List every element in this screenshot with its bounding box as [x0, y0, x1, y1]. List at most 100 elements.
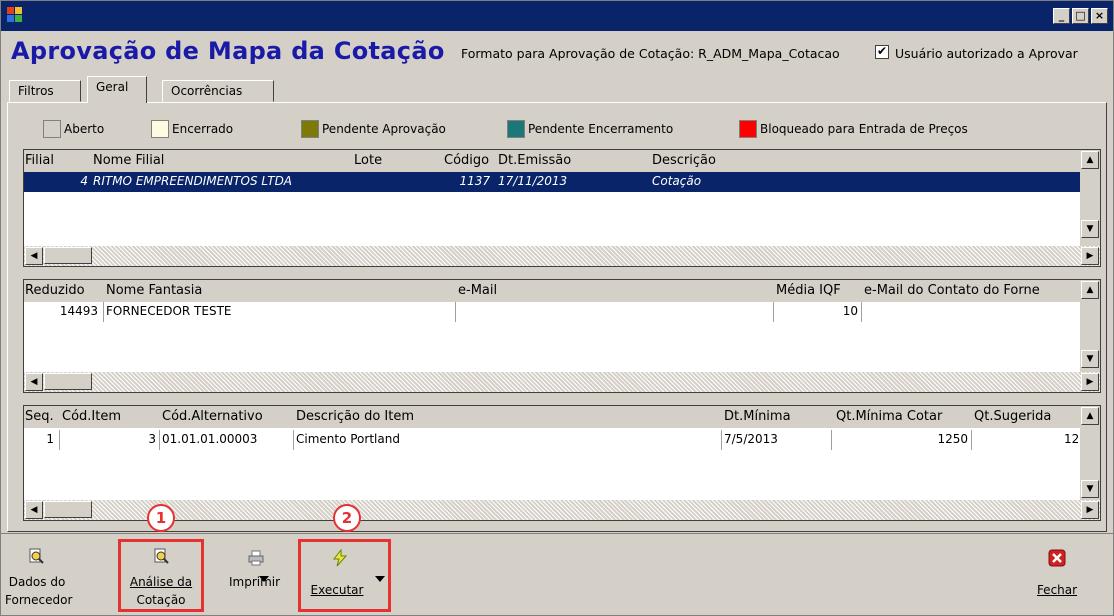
legend-item-bloqueado: Bloqueado para Entrada de Preços — [739, 119, 968, 139]
col-header[interactable]: Cód.Alternativo — [162, 409, 263, 424]
app-icon — [7, 7, 23, 23]
table-row[interactable]: 1 3 01.01.01.00003 Cimento Portland 7/5/… — [24, 430, 1080, 450]
legend-label: Aberto — [64, 122, 105, 136]
cotacoes-grid[interactable]: Filial Nome Filial Lote Código Dt.Emissã… — [23, 149, 1101, 267]
cell-descricao: Cotação — [652, 174, 702, 188]
col-header[interactable]: Filial — [25, 153, 54, 168]
cell-border — [24, 430, 60, 450]
authorized-label: Usuário autorizado a Aprovar — [895, 46, 1078, 61]
table-row[interactable]: 4 RITMO EMPREENDIMENTOS LTDA 1137 17/11/… — [24, 172, 1080, 192]
authorized-checkbox[interactable]: ✔ — [875, 45, 889, 59]
cell-dt-minima: 7/5/2013 — [724, 432, 778, 446]
horizontal-scrollbar[interactable]: ◀ ▶ — [24, 246, 1100, 266]
close-icon — [1048, 549, 1066, 567]
cell-qt-sugerida: 12 — [1064, 432, 1078, 446]
maximize-button[interactable]: □ — [1072, 8, 1089, 24]
vertical-scrollbar[interactable]: ▲ ▼ — [1080, 280, 1100, 374]
legend-label: Pendente Aprovação — [322, 122, 446, 136]
col-header[interactable]: Lote — [354, 153, 382, 168]
cell-border — [60, 430, 160, 450]
cell-nome-filial: RITMO EMPREENDIMENTOS LTDA — [93, 174, 293, 188]
grid-header: Reduzido Nome Fantasia e-Mail Média IQF … — [24, 280, 1100, 302]
scroll-up-icon[interactable]: ▲ — [1081, 281, 1099, 299]
scroll-down-icon[interactable]: ▼ — [1081, 350, 1099, 368]
scroll-right-icon[interactable]: ▶ — [1081, 501, 1099, 519]
col-header[interactable]: Média IQF — [776, 283, 841, 298]
col-header[interactable]: Descrição — [652, 153, 716, 168]
scroll-down-icon[interactable]: ▼ — [1081, 480, 1099, 498]
col-header[interactable]: e-Mail — [458, 283, 497, 298]
scroll-thumb[interactable] — [44, 501, 92, 518]
scroll-left-icon[interactable]: ◀ — [25, 373, 43, 391]
dados-fornecedor-button[interactable]: Dados do Fornecedor — [5, 547, 73, 609]
scroll-left-icon[interactable]: ◀ — [25, 501, 43, 519]
magnifier-doc-icon — [154, 548, 169, 564]
annotation-marker-2: 2 — [333, 504, 361, 532]
col-header[interactable]: Dt.Emissão — [498, 153, 571, 168]
executar-button[interactable]: Executar — [305, 547, 385, 607]
legend-item-pendente-aprovacao: Pendente Aprovação — [301, 119, 446, 139]
analise-cotacao-button[interactable]: Análise da Cotação — [125, 547, 197, 609]
grid-header: Filial Nome Filial Lote Código Dt.Emissã… — [24, 150, 1100, 172]
cell-reduzido: 14493 — [59, 304, 98, 318]
table-row[interactable]: 14493 FORNECEDOR TESTE 10 — [24, 302, 1080, 322]
scroll-left-icon[interactable]: ◀ — [25, 247, 43, 265]
fornecedores-grid[interactable]: Reduzido Nome Fantasia e-Mail Média IQF … — [23, 279, 1101, 393]
cell-dt-emissao: 17/11/2013 — [498, 174, 568, 188]
col-header[interactable]: Dt.Mínima — [724, 409, 791, 424]
grid-header: Seq. Cód.Item Cód.Alternativo Descrição … — [24, 406, 1100, 428]
col-header[interactable]: Cód.Item — [62, 409, 121, 424]
analise-cotacao-label: Análise da Cotação — [129, 575, 193, 607]
tab-filtros[interactable]: Filtros — [9, 80, 81, 102]
executar-label: Executar — [310, 583, 364, 597]
col-header[interactable]: Seq. — [25, 409, 54, 424]
scroll-up-icon[interactable]: ▲ — [1081, 407, 1099, 425]
cell-codigo: 1137 — [459, 174, 490, 188]
cell-seq: 1 — [46, 432, 54, 446]
col-header[interactable]: Qt.Mínima Cotar — [836, 409, 942, 424]
imprimir-dropdown-icon[interactable] — [259, 576, 269, 582]
legend-swatch — [301, 120, 319, 138]
scroll-thumb[interactable] — [44, 373, 92, 390]
tab-ocorrencias[interactable]: Ocorrências — [162, 80, 274, 102]
close-window-button[interactable]: × — [1091, 8, 1108, 24]
col-header[interactable]: Nome Filial — [93, 153, 164, 168]
fechar-button[interactable]: Fechar — [1027, 547, 1087, 603]
col-header[interactable]: Código — [444, 153, 489, 168]
dados-fornecedor-label: Dados do Fornecedor — [5, 575, 73, 607]
scroll-right-icon[interactable]: ▶ — [1081, 247, 1099, 265]
legend-label: Pendente Encerramento — [528, 122, 674, 136]
scroll-up-icon[interactable]: ▲ — [1081, 151, 1099, 169]
magnifier-doc-icon — [29, 548, 44, 564]
scroll-right-icon[interactable]: ▶ — [1081, 373, 1099, 391]
main-window: _ □ × Aprovação de Mapa da Cotação Forma… — [0, 0, 1114, 616]
tab-geral[interactable]: Geral — [87, 76, 147, 103]
executar-dropdown-icon[interactable] — [375, 576, 385, 582]
horizontal-scrollbar[interactable]: ◀ ▶ — [24, 500, 1100, 520]
vertical-scrollbar[interactable]: ▲ ▼ — [1080, 406, 1100, 502]
legend-item-pendente-encerramento: Pendente Encerramento — [507, 119, 673, 139]
col-header[interactable]: Reduzido — [25, 283, 85, 298]
itens-grid[interactable]: Seq. Cód.Item Cód.Alternativo Descrição … — [23, 405, 1101, 521]
cell-cod-item: 3 — [148, 432, 156, 446]
cell-border — [456, 302, 774, 322]
fechar-label: Fechar — [1036, 583, 1078, 597]
minimize-button[interactable]: _ — [1053, 8, 1070, 24]
col-header[interactable]: Nome Fantasia — [106, 283, 202, 298]
cell-filial: 4 — [80, 174, 88, 188]
status-legend: Aberto Encerrado Pendente Aprovação Pend… — [17, 119, 1097, 139]
cell-cod-alternativo: 01.01.01.00003 — [162, 432, 258, 446]
imprimir-button[interactable]: Imprimir — [229, 547, 289, 597]
horizontal-scrollbar[interactable]: ◀ ▶ — [24, 372, 1100, 392]
legend-label: Bloqueado para Entrada de Preços — [760, 122, 968, 136]
legend-swatch — [507, 120, 525, 138]
vertical-scrollbar[interactable]: ▲ ▼ — [1080, 150, 1100, 248]
lightning-icon — [332, 549, 348, 567]
col-header[interactable]: Descrição do Item — [296, 409, 414, 424]
col-header[interactable]: Qt.Sugerida — [974, 409, 1074, 424]
col-header[interactable]: e-Mail do Contato do Forne — [864, 283, 1076, 298]
scroll-thumb[interactable] — [44, 247, 92, 264]
cell-qt-minima: 1250 — [937, 432, 968, 446]
page-title: Aprovação de Mapa da Cotação — [11, 37, 445, 65]
scroll-down-icon[interactable]: ▼ — [1081, 220, 1099, 238]
